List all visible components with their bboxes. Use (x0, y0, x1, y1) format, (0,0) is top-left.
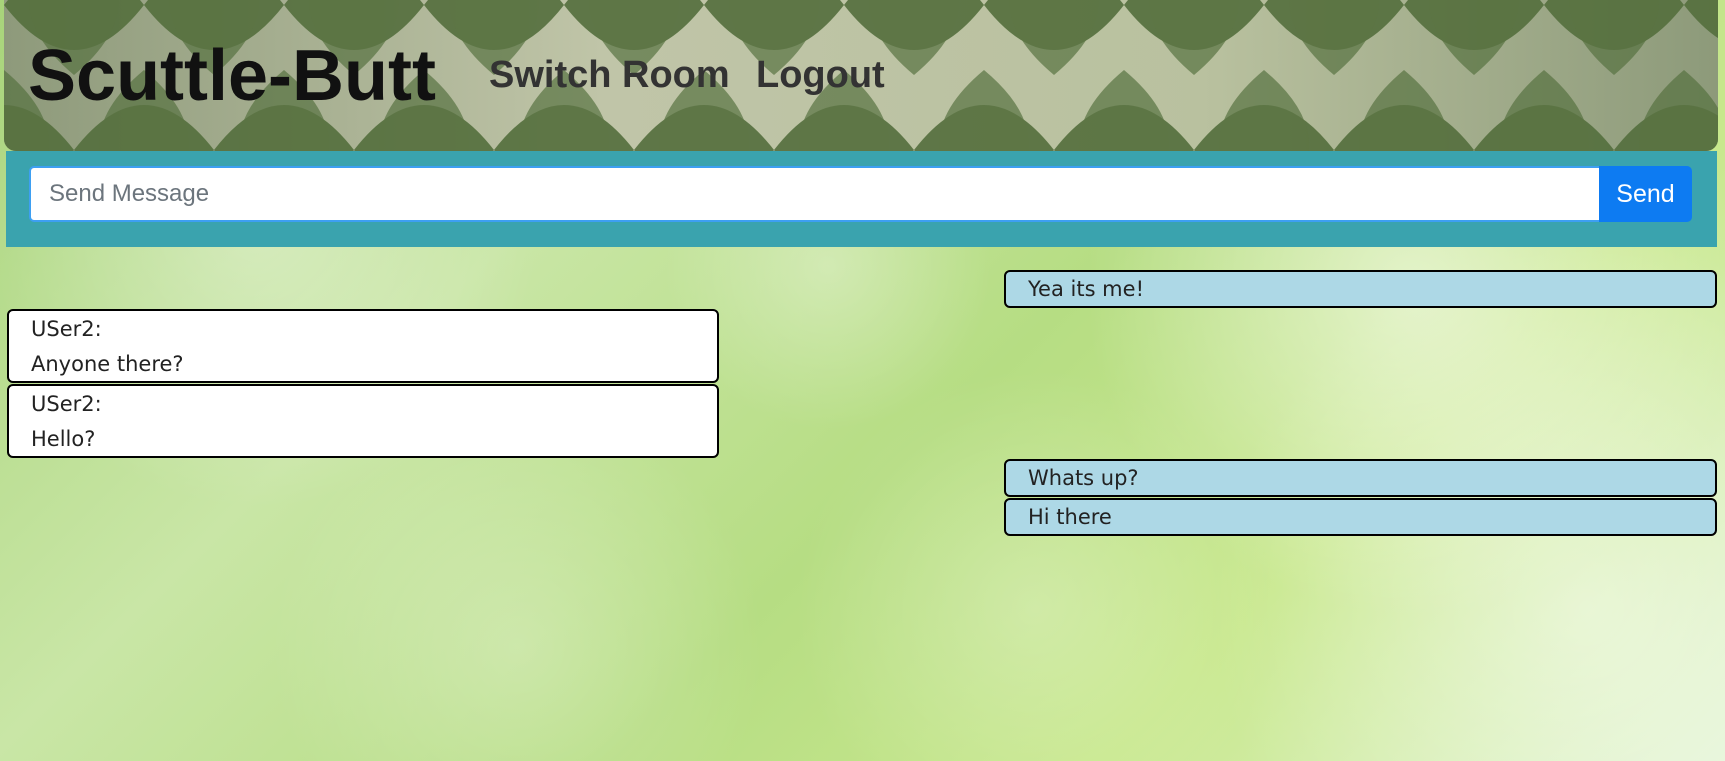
message-text: Hello? (31, 427, 96, 451)
received-message: USer2: Hello? (7, 384, 719, 458)
switch-room-link[interactable]: Switch Room (489, 53, 730, 97)
message-composer: Send (6, 151, 1717, 247)
received-message: USer2: Anyone there? (7, 309, 719, 383)
app-title: Scuttle-Butt (28, 36, 436, 116)
header-banner: Scuttle-Butt Switch Room Logout (4, 0, 1718, 151)
sent-message: Yea its me! (1004, 270, 1717, 308)
message-text: Anyone there? (31, 352, 184, 376)
message-author: USer2: (31, 317, 102, 341)
logout-link[interactable]: Logout (756, 53, 885, 97)
message-author: USer2: (31, 392, 102, 416)
sent-message: Whats up? (1004, 459, 1717, 497)
message-text: Hi there (1028, 505, 1112, 529)
message-text: Whats up? (1028, 466, 1139, 490)
sent-message: Hi there (1004, 498, 1717, 536)
send-message-input[interactable] (29, 166, 1601, 222)
message-text: Yea its me! (1028, 277, 1144, 301)
send-button[interactable]: Send (1599, 166, 1692, 222)
